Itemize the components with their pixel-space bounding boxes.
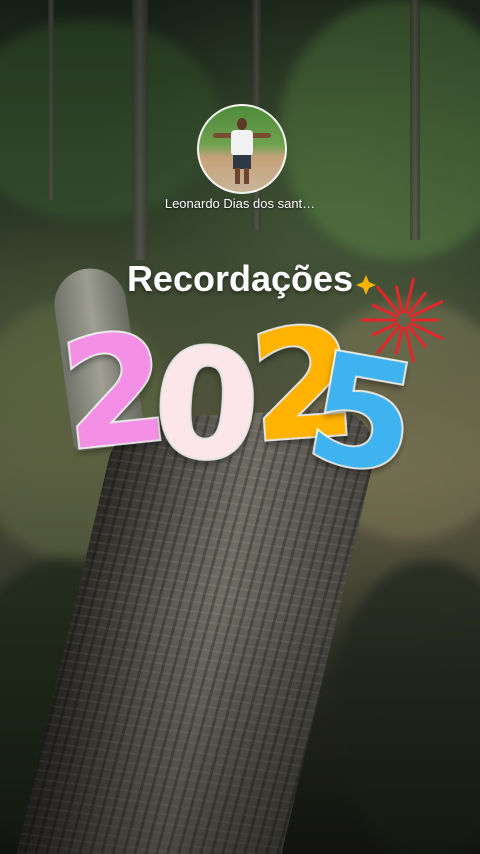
year-digits: 2 0 2 5 <box>52 293 431 511</box>
year-sticker: 2 0 2 5 <box>50 275 460 512</box>
sparkle-icon <box>356 275 376 295</box>
author-name[interactable]: Leonardo Dias dos sant… <box>0 196 480 211</box>
author-avatar[interactable] <box>197 104 287 194</box>
